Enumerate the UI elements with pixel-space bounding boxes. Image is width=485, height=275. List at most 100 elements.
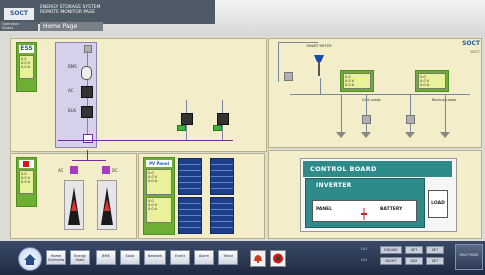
system-title-line2: REMOTE MONITOR PAGE [40, 10, 96, 15]
engine-button[interactable]: ENGINE [380, 246, 402, 254]
home-button[interactable] [18, 247, 42, 271]
alarm-bell-button[interactable] [250, 250, 266, 267]
load-arrow-4 [440, 132, 450, 138]
nav-energy-stats[interactable]: Energy Stats [70, 250, 90, 265]
load-arrow-3 [405, 132, 415, 138]
ess-value-3: 0.0 A [21, 65, 31, 69]
set-button-1[interactable]: SET [405, 246, 423, 254]
smart-meter-icon [313, 54, 325, 78]
pv-status-2 [213, 125, 222, 131]
meter-card-2: 0.0 0.0 V 0.0 A [415, 70, 449, 92]
pv-array-1 [178, 158, 202, 195]
grid-line-left [278, 42, 279, 82]
nav-home-overview[interactable]: Home Overview [46, 250, 66, 265]
junction-box [83, 134, 93, 143]
help-page-button[interactable]: HELP PAGE [455, 244, 483, 270]
grid-line-top [278, 42, 318, 43]
node-label-bus: BUS [68, 108, 77, 113]
nav-trend[interactable]: Trend [218, 250, 238, 265]
breaker-top [84, 45, 92, 53]
tab-home-page[interactable]: Home Page [40, 22, 103, 31]
home-icon [24, 254, 36, 265]
row-label-2: LV2 [361, 258, 368, 262]
charger-logo [19, 160, 34, 168]
load-drop-4 [445, 94, 446, 134]
nav-alarm[interactable]: Alarm [194, 250, 214, 265]
pv-card: PV Panel 0.0 0.0 V 0.0 A 0.0 0.0 V 0.0 A [143, 157, 175, 235]
panel-label: PANEL [316, 207, 333, 212]
nav-event[interactable]: Event [170, 250, 190, 265]
grid-loads-label: Grid Loads [362, 98, 381, 102]
pv-status-1 [177, 125, 186, 131]
pv-display-1: 0.0 0.0 V 0.0 A [146, 169, 172, 195]
load-drop-1 [341, 94, 342, 134]
ess-display: 0.0 0.0 V 0.0 A [19, 55, 34, 79]
stop-button[interactable] [270, 250, 286, 267]
system-title: ENERGY STORAGE SYSTEM REMOTE MONITOR PAG… [40, 5, 100, 15]
meter-display-1: 0.0 0.0 V 0.0 A [343, 73, 371, 89]
charger-feed-line [87, 150, 88, 160]
node-label-bms: BMS [68, 64, 77, 69]
load-breaker-2 [406, 115, 415, 124]
converter-1 [81, 86, 93, 98]
nav-bms[interactable]: BMS [96, 250, 116, 265]
meter2-value-3: 0.0 A [420, 83, 430, 87]
pv-value-6: 0.0 A [148, 207, 158, 211]
grid-breaker [284, 72, 293, 81]
red-logo-icon [23, 161, 29, 167]
transformer-icon [81, 66, 92, 80]
ev-charger-icon-1 [68, 187, 80, 225]
charger-node-1 [70, 166, 78, 174]
set-button-2[interactable]: SET [426, 246, 444, 254]
charger-card: 0.0 0.0 V 0.0 A [16, 157, 37, 207]
bell-icon [254, 255, 262, 263]
meter1-value-3: 0.0 A [345, 83, 355, 87]
load-arrow-2 [361, 132, 371, 138]
day-button[interactable]: DAY [405, 257, 423, 265]
side-label-2: Status [2, 26, 14, 30]
ess-card: ESS 0.0 0.0 V 0.0 A [16, 42, 37, 92]
ev-bay-2 [97, 180, 117, 230]
pv-array-3 [210, 158, 234, 195]
charger-node-2 [102, 166, 110, 174]
meter-display-2: 0.0 0.0 V 0.0 A [418, 73, 446, 89]
pv-converter-2 [217, 113, 229, 125]
nav-network[interactable]: Network [144, 250, 166, 265]
pv-array-2 [178, 197, 202, 234]
pv-logo: PV Panel [146, 160, 172, 167]
control-board-title: CONTROL BOARD [310, 165, 377, 173]
load-bus-line [290, 94, 470, 95]
set-button-3[interactable]: SET [426, 257, 444, 265]
smart-meter-label: SMART METER [306, 44, 332, 48]
charger-label-ac: AC [58, 168, 64, 173]
load-drop-3 [410, 94, 411, 134]
charger-split-line [72, 160, 106, 161]
stop-icon [273, 253, 283, 264]
company-logo: SOCT [4, 8, 34, 20]
node-label-ac: AC [68, 88, 74, 93]
battery-label: BATTERY [380, 207, 403, 212]
connector-icon [361, 205, 367, 220]
load-box: LOAD [428, 190, 448, 218]
load-breaker-1 [362, 115, 371, 124]
pv-array-4 [210, 197, 234, 234]
ev-charger-icon-2 [101, 187, 113, 225]
meter-drop-line [320, 78, 321, 94]
right-logo-sub: SOCT [470, 50, 480, 54]
ess-logo: ESS [19, 45, 34, 53]
meter-card-1: 0.0 0.0 V 0.0 A [340, 70, 374, 92]
side-label: Operation Status [0, 22, 38, 31]
load-arrow-1 [336, 132, 346, 138]
inverter-label: INVERTER [316, 182, 352, 189]
night-button[interactable]: NIGHT [380, 257, 402, 265]
nav-solar[interactable]: Solar [120, 250, 140, 265]
ess-panel [10, 38, 267, 152]
pv-display-2: 0.0 0.0 V 0.0 A [146, 197, 172, 223]
row-label-1: LV1 [361, 247, 368, 251]
charger-value-3: 0.0 A [21, 180, 31, 184]
charger-display: 0.0 0.0 V 0.0 A [19, 170, 34, 194]
ev-bay-1 [64, 180, 84, 230]
charger-label-dc: DC [112, 168, 118, 173]
pv-value-3: 0.0 A [148, 179, 158, 183]
load-drop-2 [366, 94, 367, 134]
